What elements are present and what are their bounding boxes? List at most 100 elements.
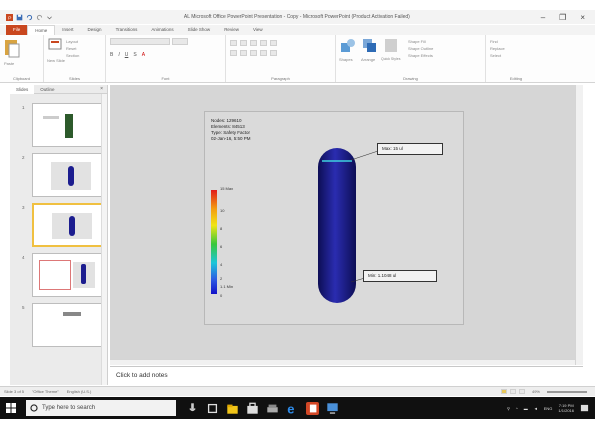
select-button[interactable]: Select <box>490 52 542 59</box>
tab-animations[interactable]: Animations <box>144 25 180 35</box>
section-button[interactable]: Section <box>66 52 79 59</box>
shape-effects-button[interactable]: Shape Effects <box>408 52 433 59</box>
strikethrough-icon[interactable]: S <box>133 52 136 58</box>
network-drive-icon[interactable] <box>266 402 279 415</box>
slides-pane: Slides Outline × 1 2 3 4 5 <box>10 84 108 385</box>
font-name-dropdown[interactable] <box>110 38 170 45</box>
quick-styles-label[interactable]: Quick Styles <box>381 56 400 63</box>
task-view-icon[interactable] <box>206 402 219 415</box>
thumbnail-image <box>32 303 104 347</box>
arrange-icon[interactable] <box>362 38 378 54</box>
taskbar-search[interactable]: Type here to search <box>26 400 176 416</box>
input-language[interactable]: ENG <box>544 406 553 411</box>
numbering-icon[interactable] <box>240 40 247 46</box>
vessel-body <box>318 148 356 303</box>
close-pane-button[interactable]: × <box>100 86 103 92</box>
minimize-button[interactable]: – <box>541 13 545 22</box>
undo-icon[interactable] <box>26 14 33 21</box>
new-slide-label[interactable]: New Slide <box>47 57 65 64</box>
font-color-icon[interactable]: A <box>142 52 145 58</box>
status-bar: Slide 3 of 5 "Office Theme" English (U.S… <box>0 386 595 396</box>
microphone-icon[interactable] <box>186 402 199 415</box>
customize-toolbar-icon[interactable] <box>46 14 53 21</box>
reading-view-icon[interactable] <box>518 389 525 394</box>
notes-placeholder[interactable]: Click to add notes <box>116 372 168 379</box>
shapes-icon[interactable] <box>340 38 356 54</box>
line-spacing-icon[interactable] <box>270 40 277 46</box>
notes-pane[interactable]: Click to add notes <box>110 366 583 386</box>
font-size-dropdown[interactable] <box>171 38 188 45</box>
columns-icon[interactable] <box>270 50 277 56</box>
shapes-label[interactable]: Shapes <box>339 56 353 63</box>
editor-horizontal-scrollbar[interactable] <box>110 359 575 365</box>
network-icon[interactable]: ▬ <box>524 406 528 411</box>
paste-label[interactable]: Paste <box>4 60 39 67</box>
store-icon[interactable] <box>246 402 259 415</box>
quick-styles-icon[interactable] <box>384 38 398 54</box>
layout-button[interactable]: Layout <box>66 38 79 45</box>
tab-transitions[interactable]: Transitions <box>109 25 145 35</box>
tab-design[interactable]: Design <box>81 25 109 35</box>
drawing-group-label: Drawing <box>403 76 418 81</box>
taskbar-clock[interactable]: 7:19 PM 1/1/2016 <box>558 403 574 413</box>
slide-thumbnail-5[interactable]: 5 <box>10 303 108 349</box>
tab-slide-show[interactable]: Slide Show <box>181 25 218 35</box>
powerpoint-app-icon: P <box>6 13 13 21</box>
bullets-icon[interactable] <box>230 40 237 46</box>
powerpoint-taskbar-icon[interactable] <box>306 401 319 415</box>
paste-icon[interactable] <box>4 38 20 58</box>
underline-icon[interactable]: U <box>125 52 129 58</box>
tray-chevron-icon[interactable]: ^ <box>516 406 518 411</box>
theme-name: "Office Theme" <box>32 389 59 394</box>
volume-icon[interactable]: ◄ <box>534 406 538 411</box>
tab-view[interactable]: View <box>246 25 270 35</box>
slide-thumbnail-4[interactable]: 4 <box>10 253 108 299</box>
monitor-app-icon[interactable] <box>326 402 339 415</box>
tab-review[interactable]: Review <box>217 25 246 35</box>
save-icon[interactable] <box>16 14 23 21</box>
zoom-slider[interactable] <box>547 390 587 393</box>
slide-thumbnail-3[interactable]: 3 <box>10 203 108 249</box>
tab-slides[interactable]: Slides <box>10 84 35 94</box>
increase-indent-icon[interactable] <box>260 40 267 46</box>
replace-button[interactable]: Replace <box>490 45 542 52</box>
notifications-icon[interactable] <box>580 404 589 413</box>
italic-icon[interactable]: I <box>118 52 119 58</box>
slide-sorter-icon[interactable] <box>509 389 516 394</box>
slides-pane-scrollbar[interactable] <box>101 94 107 385</box>
tab-insert[interactable]: Insert <box>55 25 80 35</box>
shape-fill-button[interactable]: Shape Fill <box>408 38 433 45</box>
tab-file[interactable]: File <box>6 25 28 35</box>
align-center-icon[interactable] <box>240 50 247 56</box>
align-left-icon[interactable] <box>230 50 237 56</box>
new-slide-icon[interactable] <box>48 38 62 54</box>
tab-outline[interactable]: Outline <box>34 85 60 94</box>
quick-access-toolbar: P <box>6 13 53 21</box>
windows-logo-icon <box>6 403 16 413</box>
arrange-label[interactable]: Arrange <box>361 56 375 63</box>
file-explorer-icon[interactable] <box>226 402 239 415</box>
shape-outline-button[interactable]: Shape Outline <box>408 45 433 52</box>
slide-thumbnail-2[interactable]: 2 <box>10 153 108 199</box>
align-right-icon[interactable] <box>250 50 257 56</box>
bold-icon[interactable]: B <box>110 52 113 58</box>
redo-icon[interactable] <box>36 14 43 21</box>
reset-button[interactable]: Reset <box>66 45 79 52</box>
start-button[interactable] <box>0 397 22 419</box>
restore-button[interactable]: ❐ <box>559 13 566 22</box>
language-indicator[interactable]: English (U.S.) <box>63 389 96 394</box>
edge-browser-icon[interactable]: e <box>286 402 299 415</box>
decrease-indent-icon[interactable] <box>250 40 257 46</box>
tab-home[interactable]: Home <box>27 25 56 35</box>
slide-canvas[interactable]: Nodes: 129610 Elements: 84513 Type: Safe… <box>204 111 464 325</box>
normal-view-icon[interactable] <box>500 389 507 394</box>
zoom-level[interactable]: 49% <box>528 389 544 394</box>
editor-vertical-scrollbar[interactable] <box>575 85 583 365</box>
slide-thumbnail-1[interactable]: 1 <box>10 103 108 149</box>
title-bar: P AL Microsoft Office PowerPoint Present… <box>0 10 595 24</box>
find-button[interactable]: Find <box>490 38 542 45</box>
justify-icon[interactable] <box>260 50 267 56</box>
close-button[interactable]: × <box>580 13 585 22</box>
paragraph-group: Paragraph <box>226 35 336 82</box>
people-icon[interactable]: ⚲ <box>507 406 510 411</box>
